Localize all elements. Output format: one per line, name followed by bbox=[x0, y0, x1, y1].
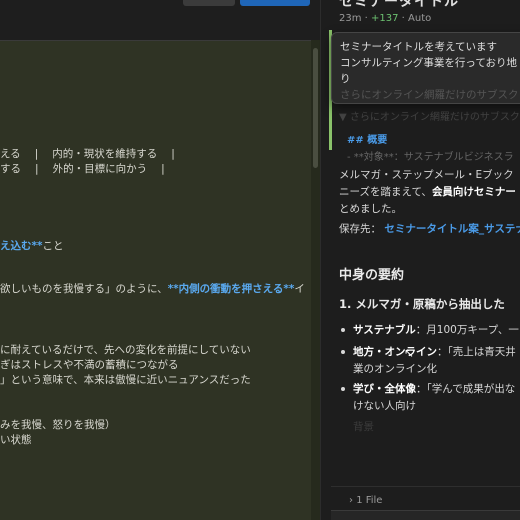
mode-label[interactable]: Auto bbox=[408, 13, 431, 24]
editor-line: える | 内的・現状を維持する | bbox=[0, 147, 176, 161]
editor-tab[interactable] bbox=[183, 0, 235, 6]
markdown-emphasis: え込む** bbox=[0, 240, 43, 252]
editor-text-run: こと bbox=[42, 240, 64, 252]
snippet-heading: ## 概要 bbox=[347, 135, 388, 146]
popover-line: さらにオンライン網羅だけのサブスク bbox=[340, 89, 519, 101]
subsection-title: 1. メルマガ・原稿から抽出した bbox=[339, 297, 505, 311]
editor-line: ぎはストレスや不満の蓄積につながる bbox=[0, 358, 179, 372]
save-location: 保存先： セミナータイトル案_サステナ bbox=[339, 221, 520, 236]
editor-text-run: 欲しいものを我慢する」のように、 bbox=[0, 283, 168, 295]
editor-line: 」という意味で、本来は傲慢に近いニュアンスだった bbox=[0, 373, 251, 387]
editor-line: い状態 bbox=[0, 433, 32, 447]
section-title: 中身の要約 bbox=[339, 268, 405, 283]
markdown-emphasis: **内側の衝動を押さえる** bbox=[167, 283, 295, 295]
editor-line: 欲しいものを我慢する」のように、**内側の衝動を押さえる**イ bbox=[0, 282, 305, 296]
files-label[interactable]: › 1 File bbox=[349, 495, 382, 506]
editor-text-run: する | 外的・目標に向かう | bbox=[0, 163, 167, 175]
chat-title: セミナータイトル bbox=[339, 0, 459, 10]
bullet-item: 学び・全体像：「学んで成果が出な bbox=[341, 381, 515, 396]
editor-line: する | 外的・目標に向かう | bbox=[0, 162, 166, 176]
popover-line: り bbox=[340, 73, 351, 85]
faded-next-item: 背景 bbox=[353, 421, 374, 433]
scrollbar-thumb[interactable] bbox=[313, 48, 318, 168]
mouse-cursor-icon: ↖ bbox=[404, 346, 415, 360]
intro-line-1: メルマガ・ステップメール・Eブック bbox=[339, 169, 514, 181]
editor-pane[interactable]: える | 内的・現状を維持する | する | 外的・目標に向かう | え込む**こと… bbox=[0, 0, 320, 520]
editor-text-run: 」という意味で、本来は傲慢に近いニュアンスだった bbox=[0, 374, 251, 386]
prompt-popover[interactable]: セミナータイトルを考えています コンサルティング事業を行っており地 り さらにオ… bbox=[331, 32, 520, 104]
intro-line-2: ニーズを踏まえて、会員向けセミナー bbox=[339, 186, 516, 198]
diff-count: +137 bbox=[371, 13, 399, 24]
editor-toolbar bbox=[0, 0, 320, 41]
chat-meta: 23m · +137 · Auto bbox=[339, 13, 432, 24]
bullet-continuation: けない人向け bbox=[353, 400, 416, 412]
primary-action-button[interactable] bbox=[240, 0, 310, 6]
intro-line-3: とめました。 bbox=[339, 203, 402, 215]
editor-text-run: ぎはストレスや不満の蓄積につながる bbox=[0, 359, 179, 371]
editor-text-run: に耐えているだけで、先への変化を前提にしていない bbox=[0, 344, 251, 356]
editor-text-run: い状態 bbox=[0, 434, 32, 446]
editor-line: え込む**こと bbox=[0, 239, 63, 253]
chat-input[interactable] bbox=[331, 510, 520, 520]
editor-line: みを我慢、怒りを我慢） bbox=[0, 418, 116, 432]
bullet-continuation: 業のオンライン化 bbox=[353, 363, 437, 375]
editor-text-run: イ bbox=[294, 283, 305, 295]
elapsed-time: 23m bbox=[339, 13, 362, 24]
editor-scrollbar[interactable] bbox=[311, 40, 320, 520]
editor-text-run: みを我慢、怒りを我慢） bbox=[0, 419, 116, 431]
save-file-link[interactable]: セミナータイトル案_サステナ bbox=[384, 223, 520, 235]
popover-line: セミナータイトルを考えています bbox=[340, 41, 497, 53]
editor-text-run: える | 内的・現状を維持する | bbox=[0, 148, 177, 160]
popover-line: コンサルティング事業を行っており地 bbox=[340, 57, 518, 69]
snippet-item: - **対象**：サステナブルビジネスラ bbox=[347, 152, 514, 163]
editor-line: に耐えているだけで、先への変化を前提にしていない bbox=[0, 343, 251, 357]
faded-snippet: ▼ さらにオンライン網羅だけのサブスク bbox=[339, 112, 520, 123]
bullet-item: サステナブル：月100万キープ、一 bbox=[341, 322, 519, 337]
bullet-item: 地方・オンライン：「売上は青天井 bbox=[341, 344, 516, 359]
